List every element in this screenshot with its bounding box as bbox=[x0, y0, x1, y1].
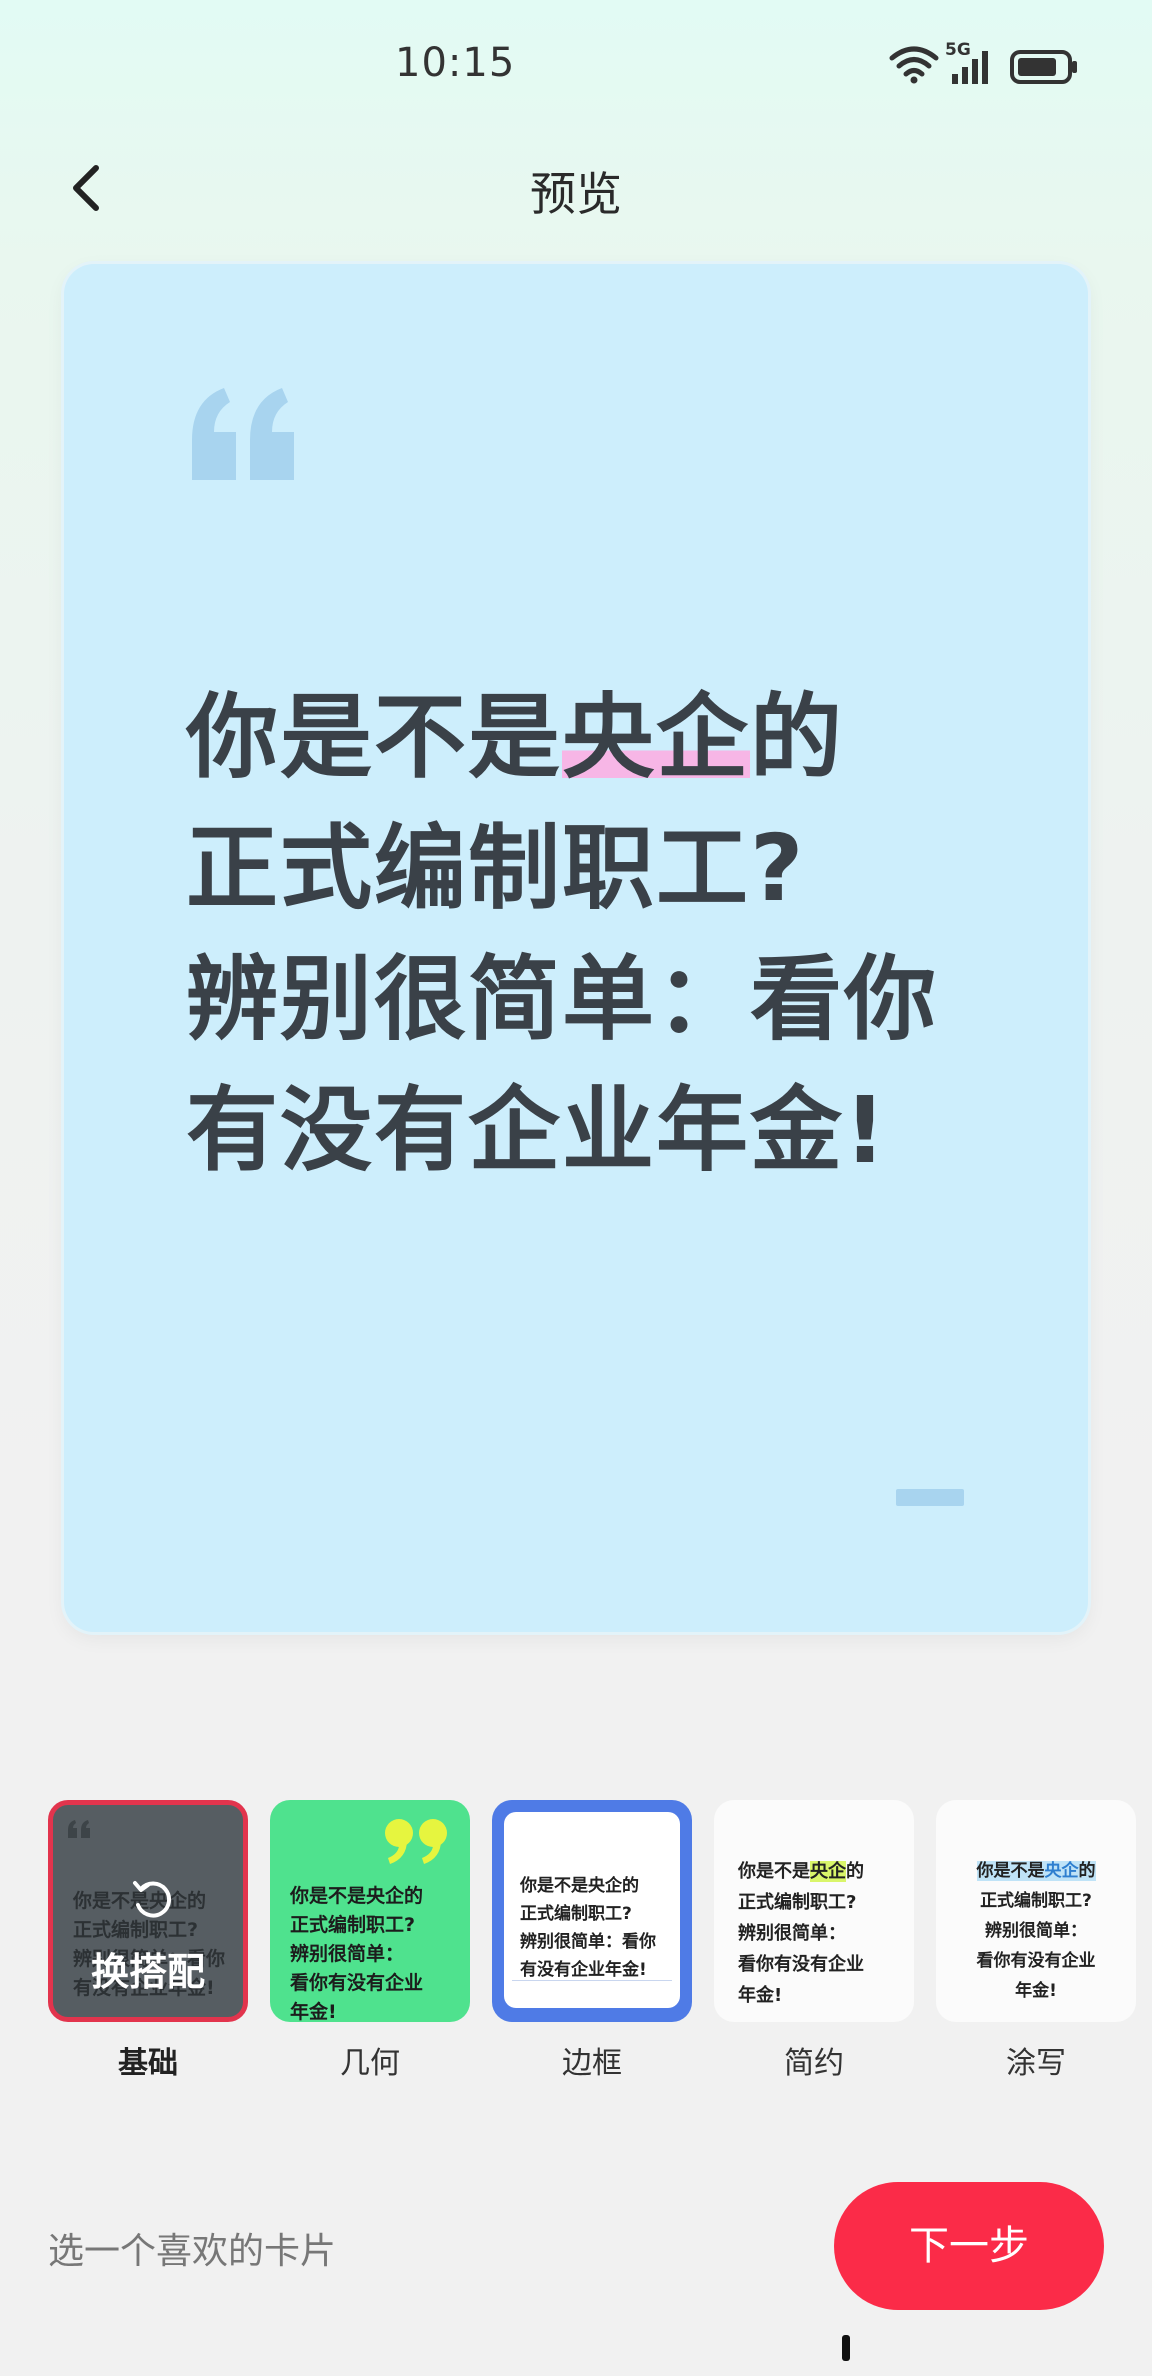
quote-open-icon bbox=[192, 388, 294, 480]
preview-text-part: 你是不是 bbox=[186, 684, 563, 791]
template-simple[interactable]: 你是不是央企的 正式编制职工? 辨别很简单： 看你有没有企业 年金! 简约 bbox=[714, 1800, 914, 2081]
thumb-line: 你是不是央企的 bbox=[290, 1885, 424, 1907]
thumb-line: 辨别很简单： bbox=[290, 1943, 405, 1965]
preview-quote-text: 你是不是央企的 正式编制职工? 辨别很简单：看你 有没有企业年金! bbox=[186, 672, 1026, 1196]
border-inner-card: 你是不是央企的 正式编制职工? 辨别很简单：看你 有没有企业年金! bbox=[504, 1812, 680, 2008]
template-thumb-text: 你是不是央企的 正式编制职工? 辨别很简单： 看你有没有企业 年金! bbox=[936, 1856, 1136, 2006]
preview-line-4: 有没有企业年金! bbox=[186, 1077, 888, 1184]
preview-line-3: 辨别很简单：看你 bbox=[186, 946, 939, 1053]
template-thumbnail: 你是不是央企的 正式编制职工? 辨别很简单： 看你有没有企业 年金! bbox=[270, 1800, 470, 2022]
thumb-line: 正式编制职工? bbox=[980, 1891, 1092, 1911]
thumb-line: 你是不是央企的 bbox=[738, 1856, 864, 1887]
border-divider bbox=[512, 1980, 672, 1981]
template-doodle[interactable]: 你是不是央企的 正式编制职工? 辨别很简单： 看你有没有企业 年金! 涂写 bbox=[936, 1800, 1136, 2081]
template-label: 涂写 bbox=[1006, 2046, 1066, 2081]
thumb-line: 年金! bbox=[290, 2001, 337, 2022]
thumb-line: 正式编制职工? bbox=[520, 1904, 632, 1924]
template-thumb-text: 你是不是央企的 正式编制职工? 辨别很简单：看你 有没有企业年金! bbox=[520, 1872, 656, 1984]
card-dash-decoration bbox=[896, 1489, 964, 1506]
thumb-line: 辨别很简单： bbox=[985, 1921, 1087, 1941]
template-thumbnail: 你是不是央企的 正式编制职工? 辨别很简单：看你 有没有企业年金! 换搭配 bbox=[48, 1800, 248, 2022]
thumb-line: 你是不是央企的 bbox=[936, 1856, 1136, 1886]
footer-hint: 选一个喜欢的卡片 bbox=[48, 2231, 337, 2272]
template-thumb-text: 你是不是央企的 正式编制职工? 辨别很简单： 看你有没有企业 年金! bbox=[738, 1856, 864, 2011]
thumb-text-part: 你是不是 bbox=[738, 1861, 810, 1882]
template-geometry[interactable]: 你是不是央企的 正式编制职工? 辨别很简单： 看你有没有企业 年金! 几何 bbox=[270, 1800, 470, 2081]
preview-highlight: 央企 bbox=[562, 684, 751, 791]
thumb-line: 年金! bbox=[1015, 1981, 1057, 2001]
page-title: 预览 bbox=[530, 167, 622, 221]
status-bar: 10:15 5G bbox=[0, 0, 1152, 140]
quote-close-icon bbox=[385, 1819, 447, 1864]
thumb-line: 你是不是央企的 bbox=[520, 1876, 639, 1896]
preview-line-1: 你是不是央企的 bbox=[186, 672, 1026, 803]
template-label: 基础 bbox=[118, 2046, 178, 2081]
template-thumb-text: 你是不是央企的 正式编制职工? 辨别很简单： 看你有没有企业 年金! bbox=[290, 1882, 423, 2022]
thumb-text-part: 你是不是 bbox=[976, 1861, 1045, 1881]
template-thumbnail: 你是不是央企的 正式编制职工? 辨别很简单：看你 有没有企业年金! bbox=[492, 1800, 692, 2022]
thumb-line: 正式编制职工? bbox=[290, 1914, 416, 1936]
thumb-highlight: 央企 bbox=[810, 1861, 846, 1882]
status-time: 10:15 bbox=[395, 40, 516, 86]
wifi-icon bbox=[889, 46, 939, 84]
next-step-button[interactable]: 下一步 bbox=[834, 2182, 1104, 2310]
template-label: 边框 bbox=[562, 2046, 622, 2081]
template-label: 简约 bbox=[784, 2046, 844, 2081]
template-thumbnail: 你是不是央企的 正式编制职工? 辨别很简单： 看你有没有企业 年金! bbox=[714, 1800, 914, 2022]
refresh-icon bbox=[133, 1881, 172, 1918]
preview-line-2: 正式编制职工? bbox=[186, 815, 806, 922]
thumb-text-part: 的 bbox=[846, 1861, 864, 1882]
home-indicator bbox=[842, 2335, 850, 2361]
signal-icon bbox=[952, 51, 988, 84]
thumb-highlight: 央企 bbox=[1044, 1861, 1079, 1881]
thumb-line: 正式编制职工? bbox=[738, 1892, 857, 1913]
template-list: 你是不是央企的 正式编制职工? 辨别很简单：看你 有没有企业年金! 换搭配 基础 bbox=[0, 1800, 1152, 2130]
thumb-line: 看你有没有企业 bbox=[290, 1972, 424, 1994]
template-thumbnail: 你是不是央企的 正式编制职工? 辨别很简单： 看你有没有企业 年金! bbox=[936, 1800, 1136, 2022]
thumb-line: 看你有没有企业 bbox=[976, 1951, 1096, 1971]
battery-icon bbox=[1010, 50, 1077, 84]
template-basic[interactable]: 你是不是央企的 正式编制职工? 辨别很简单：看你 有没有企业年金! 换搭配 基础 bbox=[48, 1800, 248, 2081]
swap-label: 换搭配 bbox=[90, 1950, 205, 1994]
template-border[interactable]: 你是不是央企的 正式编制职工? 辨别很简单：看你 有没有企业年金! 边框 bbox=[492, 1800, 692, 2081]
swap-overlay[interactable]: 换搭配 bbox=[53, 1805, 243, 2017]
thumb-text-part: 的 bbox=[1078, 1861, 1096, 1881]
preview-text-part: 的 bbox=[750, 684, 845, 791]
preview-card: 你是不是央企的 正式编制职工? 辨别很简单：看你 有没有企业年金! bbox=[64, 264, 1088, 1632]
thumb-line: 看你有没有企业 bbox=[738, 1954, 864, 1975]
template-label: 几何 bbox=[340, 2046, 400, 2081]
thumb-line: 辨别很简单： bbox=[738, 1923, 846, 1944]
thumb-line: 年金! bbox=[738, 1985, 783, 2006]
thumb-line: 辨别很简单：看你 bbox=[520, 1932, 656, 1952]
